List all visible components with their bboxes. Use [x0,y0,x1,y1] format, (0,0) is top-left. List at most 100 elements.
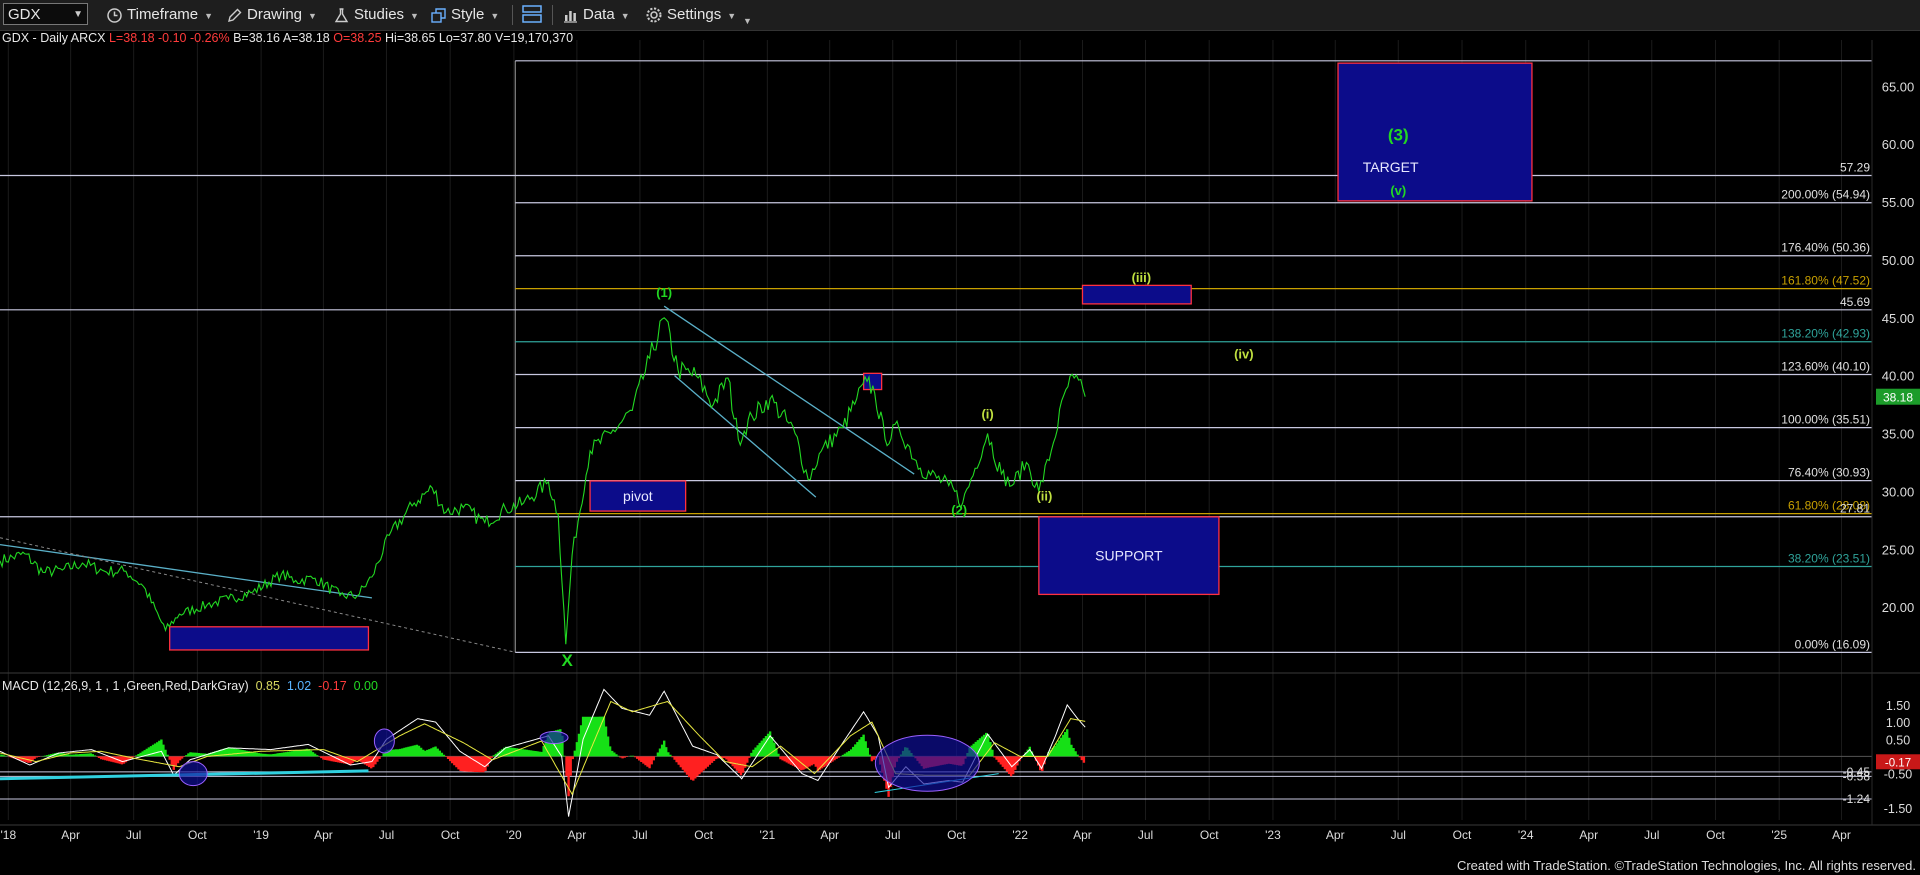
clock-icon [107,7,122,23]
x-tick-label-10: Jul [632,828,647,842]
flask-icon [334,7,349,22]
symbol-value: GDX [8,6,41,23]
style-label: Style [451,6,485,23]
zone-box-3 [169,626,370,651]
macd-ellipse-1 [178,761,208,787]
layout-button[interactable] [521,4,543,26]
wave-label-4: (iii) [1132,270,1152,285]
x-tick-label-20: '23 [1265,828,1281,842]
x-tick-label-29: Apr [1832,828,1851,842]
wave-label-1: (2) [951,503,967,518]
y-tick-label-0: 20.00 [1882,600,1915,615]
data-label: Data [583,6,615,23]
x-tick-label-5: Apr [314,828,333,842]
gear-icon [646,7,662,23]
chevron-down-icon: ▼ [620,11,630,21]
x-tick-label-3: Oct [188,828,207,842]
overflow-chevron-icon[interactable]: ▼ [743,10,752,32]
last-price-label: 38.18 [1883,391,1913,405]
wave-label-0: (1) [656,285,672,300]
macd-value-tag-label: -0.17 [1885,757,1911,769]
toolbar-divider [512,5,513,25]
x-tick-label-13: Apr [820,828,839,842]
layout-icon [522,5,542,23]
drawing-menu[interactable]: Drawing ▼ [226,4,317,26]
bid-value: B=38.16 [233,31,281,45]
macd-y-tick-3: -0.50 [1884,768,1913,782]
chevron-down-icon: ▼ [204,11,214,21]
x-tick-label-11: Oct [694,828,713,842]
data-icon [564,10,577,23]
x-tick-label-7: Oct [441,828,460,842]
x-tick-label-0: '18 [0,828,16,842]
level-label-2: 176.40% (50.36) [1781,241,1870,255]
low-value: Lo=37.80 [438,31,492,45]
y-tick-label-3: 35.00 [1882,427,1915,442]
pct-change: -0.26% [190,31,230,45]
x-tick-label-27: Oct [1706,828,1725,842]
symbol-selector[interactable]: GDX ▼ [3,3,88,25]
studies-menu[interactable]: Studies ▼ [333,4,419,26]
level-label-3: 161.80% (47.52) [1781,274,1870,288]
level-label-11: 38.20% (23.51) [1788,552,1870,566]
wave-label-2: (3) [1388,126,1409,145]
trendlines [0,305,915,653]
symbol-line: GDX - Daily ARCX [2,31,106,45]
toolbar-divider [552,5,553,25]
x-tick-label-26: Jul [1644,828,1659,842]
x-tick-label-23: Oct [1453,828,1472,842]
last-value: L=38.18 [108,31,155,45]
macd-y-tick-0: 1.50 [1886,699,1910,713]
chart-labels: (1) (2) (3) (v) (iii) (iv) (i) (ii) X [562,126,1409,670]
x-tick-label-24: '24 [1518,828,1534,842]
chevron-down-icon: ▼ [727,11,737,21]
level-label-10: 27.81 [1840,502,1870,516]
level-label-12: 0.00% (16.09) [1795,637,1870,651]
price-header: GDX - Daily ARCX L=38.18 -0.10 -0.26% B=… [2,31,573,45]
x-tick-label-22: Jul [1391,828,1406,842]
settings-menu[interactable]: Settings ▼ [645,4,736,26]
x-tick-label-16: '22 [1012,828,1028,842]
wave-label-5: (iv) [1234,346,1254,361]
macd-label: MACD (12,26,9, 1 , 1 ,Green,Red,DarkGray… [2,679,249,693]
toolbar: GDX ▼ Timeframe ▼ Drawing ▼ Studies ▼ Style… [0,0,1920,31]
y-tick-label-2: 30.00 [1882,484,1915,499]
chevron-down-icon: ▼ [308,11,317,21]
data-menu[interactable]: Data ▼ [562,4,630,26]
macd-ref-label-2: -1.24 [1843,792,1871,806]
x-tick-label-21: Apr [1326,828,1345,842]
open-value: O=38.25 [333,31,382,45]
style-icon [431,7,446,23]
level-label-0: 57.29 [1840,161,1870,175]
style-menu[interactable]: Style ▼ [430,4,499,26]
timeframe-label: Timeframe [127,6,199,23]
x-tick-label-19: Oct [1200,828,1219,842]
x-tick-label-18: Jul [1138,828,1153,842]
zone-box-0 [1337,62,1533,202]
volume-value: V=19,170,370 [494,31,574,45]
y-tick-label-6: 50.00 [1882,253,1915,268]
fib-levels: 57.29 200.00% (54.94) 176.40% (50.36) 161.8… [0,60,1872,653]
macd-value-2: 1.02 [286,679,312,693]
gridlines [7,40,1843,820]
x-tick-label-6: Jul [379,828,394,842]
y-tick-label-1: 25.00 [1882,542,1915,557]
macd-value-1: 0.85 [255,679,280,693]
chevron-down-icon: ▼ [410,11,419,21]
wave-label-8: X [562,651,574,670]
x-tick-label-8: '20 [506,828,522,842]
zone-boxes: TARGET SUPPORT pivot [169,62,1533,651]
y-tick-label-8: 60.00 [1882,137,1915,152]
x-tick-label-25: Apr [1579,828,1598,842]
level-label-8: 76.40% (30.93) [1788,466,1870,480]
zone-label-2: pivot [623,488,653,504]
zone-label-0: TARGET [1363,159,1419,175]
wave-label-6: (i) [981,406,993,421]
timeframe-menu[interactable]: Timeframe ▼ [106,4,213,26]
x-tick-label-12: '21 [760,828,776,842]
y-tick-label-5: 45.00 [1882,311,1915,326]
chart-area: 57.29 200.00% (54.94) 176.40% (50.36) 161.8… [0,40,1920,842]
level-label-4: 45.69 [1840,295,1870,309]
zone-box-4 [1081,284,1192,305]
macd-ellipse-3 [539,731,569,745]
